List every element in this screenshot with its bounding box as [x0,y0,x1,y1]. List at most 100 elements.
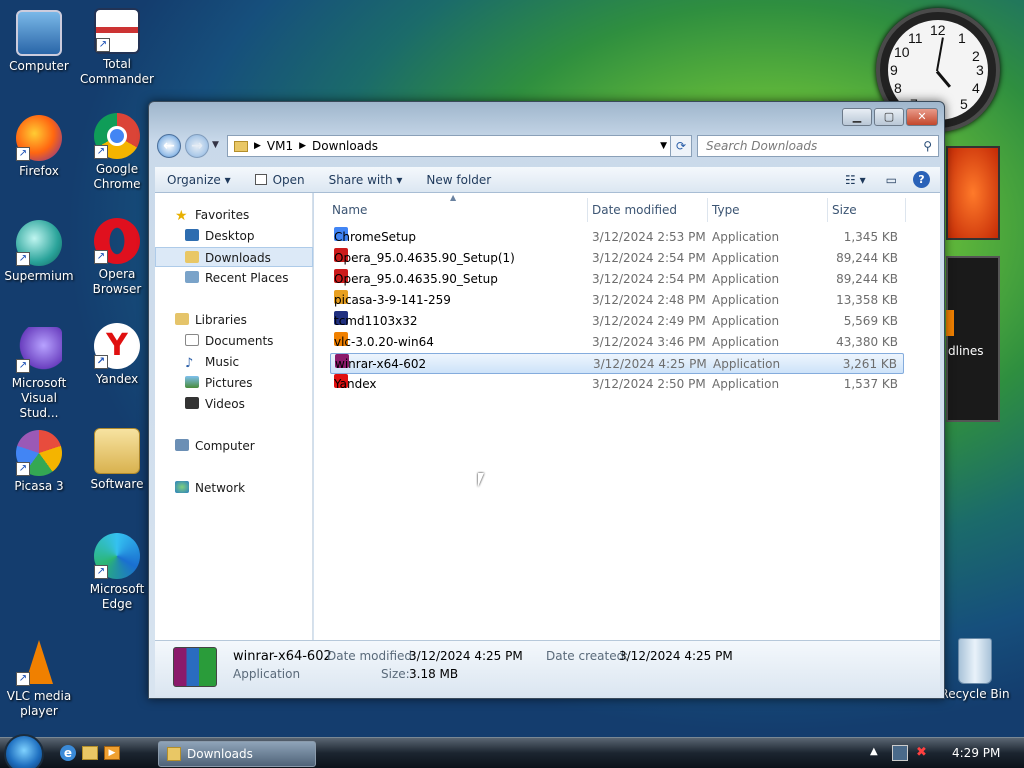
folder-icon [234,140,248,152]
desktop-icon-chrome[interactable]: ↗ Google Chrome [78,113,156,192]
nav-network[interactable]: Network [155,478,313,498]
desktop-icon-yandex[interactable]: Y ↗ Yandex [78,323,156,387]
slideshow-gadget[interactable] [946,146,1000,240]
nav-libraries[interactable]: Libraries [155,310,313,330]
address-field[interactable]: ▶ VM1 ▶ Downloads ▼ [227,135,672,157]
details-file-type: Application [233,667,301,681]
forward-button[interactable]: → [185,134,209,158]
file-row[interactable]: picasa-3-9-141-259 3/12/2024 2:48 PM Appli… [330,290,904,311]
close-button[interactable]: ✕ [906,108,938,126]
file-type-cell: Application [713,357,781,371]
open-button[interactable]: Open [243,173,317,187]
column-header-date-modified[interactable]: Date modified [588,198,708,222]
column-header-size[interactable]: Size [828,198,906,222]
details-date-created-label: Date created: [546,649,629,663]
preview-pane-button[interactable]: ▭ [878,173,905,187]
help-icon[interactable]: ? [913,171,930,188]
feed-headlines-gadget[interactable]: dlines [946,256,1000,422]
desktop-icon-total-commander[interactable]: ↗ Total Commander [78,8,156,87]
nav-videos[interactable]: Videos [155,394,313,414]
file-type-cell: Application [712,230,780,244]
nav-recent-places[interactable]: Recent Places [155,268,313,288]
recent-pages-dropdown-icon[interactable]: ▼ [212,140,219,150]
desktop-icon-opera[interactable]: ↗ Opera Browser [78,218,156,297]
breadcrumb-vm1[interactable]: VM1 [267,139,293,153]
nav-desktop[interactable]: Desktop [155,226,313,246]
organize-button[interactable]: Organize ▾ [155,173,243,187]
desktop-icon-computer[interactable]: Computer [0,10,78,74]
search-input[interactable]: Search Downloads ⚲ [697,135,939,157]
new-folder-button[interactable]: New folder [414,173,503,187]
file-row[interactable]: Yandex 3/12/2024 2:50 PM Application 1,537 … [330,374,904,395]
file-size-cell: 43,380 KB [836,335,898,349]
videos-icon [185,397,199,409]
column-header-name[interactable]: Name [328,198,588,222]
desktop-icon-edge[interactable]: ↗ Microsoft Edge [78,533,156,612]
address-bar-row: ← → ▼ ▶ VM1 ▶ Downloads ▼ ⟳ Search Downl… [155,132,939,160]
network-tray-icon[interactable] [892,745,908,761]
volume-muted-icon[interactable]: ✖ [916,745,927,760]
pictures-icon [185,376,199,388]
folder-quicklaunch-icon[interactable] [82,746,98,760]
file-size-cell: 5,569 KB [843,314,898,328]
desktop-icon-firefox[interactable]: ↗ Firefox [0,115,78,179]
opera-icon: ↗ [94,218,140,264]
file-row[interactable]: Opera_95.0.4635.90_Setup(1) 3/12/2024 2:5… [330,248,904,269]
start-button[interactable] [4,734,44,768]
breadcrumb-downloads[interactable]: Downloads [312,139,378,153]
file-row[interactable]: vlc-3.0.20-win64 3/12/2024 3:46 PM Applica… [330,332,904,353]
details-file-name: winrar-x64-602 [233,649,332,664]
breadcrumb-separator-icon[interactable]: ▶ [299,141,306,151]
column-header-type[interactable]: Type [708,198,828,222]
refresh-button[interactable]: ⟳ [670,135,692,157]
nav-music[interactable]: ♪ Music [155,352,313,372]
taskbar-item-downloads[interactable]: Downloads [158,741,316,767]
navigation-pane: ★ Favorites Desktop Downloads Recent Plac… [155,193,313,640]
internet-explorer-icon[interactable]: e [60,745,76,761]
desktop-icon-picasa[interactable]: ↗ Picasa 3 [0,430,78,494]
open-icon [254,173,267,185]
desktop-icon-software[interactable]: Software [78,428,156,492]
documents-icon [185,334,199,346]
taskbar-clock[interactable]: 4:29 PM [952,746,1000,760]
back-button[interactable]: ← [157,134,181,158]
computer-icon [175,439,189,451]
explorer-window[interactable]: ▁ ▢ ✕ ← → ▼ ▶ VM1 ▶ Downloads ▼ ⟳ Search… [148,101,945,699]
supermium-icon: ↗ [16,220,62,266]
breadcrumb-separator-icon[interactable]: ▶ [254,141,261,151]
maximize-button[interactable]: ▢ [874,108,904,126]
desktop-icon-supermium[interactable]: ↗ Supermium [0,220,78,284]
picasa-icon: ↗ [16,430,62,476]
nav-downloads[interactable]: Downloads [155,247,313,267]
file-type-cell: Application [712,293,780,307]
desktop-icon-visual-studio[interactable]: ↗ Microsoft Visual Stud... [0,327,78,421]
network-icon [175,481,189,493]
search-icon[interactable]: ⚲ [923,136,932,156]
file-date-cell: 3/12/2024 2:53 PM [592,230,706,244]
total-commander-icon: ↗ [94,8,140,54]
file-row[interactable]: Opera_95.0.4635.90_Setup 3/12/2024 2:54 P… [330,269,904,290]
file-type-cell: Application [712,251,780,265]
show-hidden-icons-icon[interactable]: ▲ [870,746,878,757]
desktop-icon-vlc[interactable]: ↗ VLC media player [0,640,78,719]
nav-pictures[interactable]: Pictures [155,373,313,393]
recent-places-icon [185,271,199,283]
file-row[interactable]: winrar-x64-602 3/12/2024 4:25 PM Applicati… [330,353,904,374]
address-dropdown-icon[interactable]: ▼ [660,141,667,151]
media-player-icon[interactable]: ▶ [104,746,120,760]
file-list[interactable]: ▲ Name Date modified Type Size ChromeSet… [314,193,940,640]
feed-marker [946,310,954,336]
file-row[interactable]: ChromeSetup 3/12/2024 2:53 PM Application 1… [330,227,904,248]
nav-computer[interactable]: Computer [155,436,313,456]
minimize-button[interactable]: ▁ [842,108,872,126]
desktop-icon-recycle-bin[interactable]: Recycle Bin [936,638,1014,702]
visual-studio-icon: ↗ [16,327,62,373]
file-size-cell: 3,261 KB [842,357,897,371]
file-row[interactable]: tcmd1103x32 3/12/2024 2:49 PM Application 5… [330,311,904,332]
change-view-button[interactable]: ☷ ▾ [833,173,878,187]
nav-favorites[interactable]: ★ Favorites [155,205,313,225]
firefox-icon: ↗ [16,115,62,161]
share-with-button[interactable]: Share with ▾ [317,173,415,187]
file-size-cell: 1,537 KB [843,377,898,391]
nav-documents[interactable]: Documents [155,331,313,351]
